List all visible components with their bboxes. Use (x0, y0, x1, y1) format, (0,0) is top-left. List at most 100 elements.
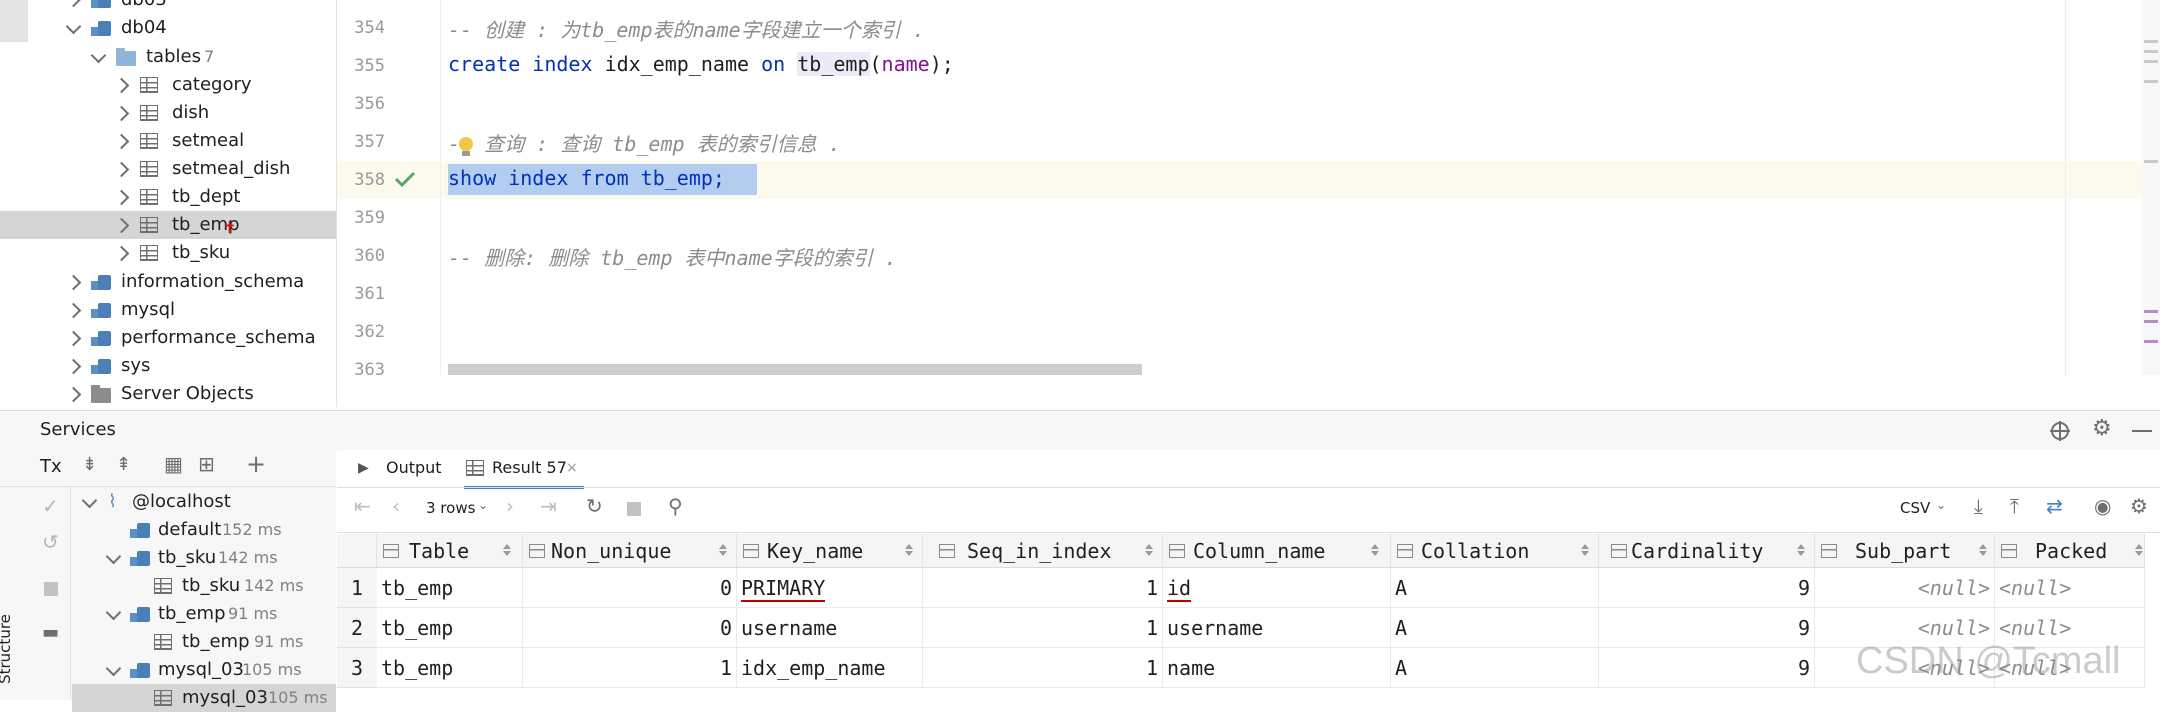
grid-cell[interactable]: username (1163, 608, 1391, 648)
tree-item-db04[interactable]: db04 (0, 14, 336, 42)
column-header-packed[interactable]: Packed (1995, 534, 2145, 568)
lightbulb-icon[interactable] (456, 134, 476, 160)
check-icon[interactable]: ✓ (42, 494, 59, 518)
tree-item-information-schema[interactable]: information_schema (0, 268, 336, 296)
compare-icon[interactable]: ⇄ (2046, 494, 2063, 518)
grid-cell[interactable]: 9 (1599, 648, 1815, 688)
chevron-down-icon[interactable] (65, 18, 82, 35)
grid-cell[interactable]: 1 (523, 648, 737, 688)
chevron-right-icon[interactable] (113, 161, 130, 178)
grid-cell[interactable]: idx_emp_name (737, 648, 923, 688)
tree-item-category[interactable]: category (0, 71, 336, 99)
chevron-down-icon[interactable] (90, 47, 107, 64)
grid-cell[interactable]: <null> (1815, 568, 1995, 608)
chevron-right-icon[interactable] (65, 302, 82, 319)
grid-cell[interactable]: 1 (923, 608, 1163, 648)
column-header-column-name[interactable]: Column_name (1163, 534, 1391, 568)
column-header-key-name[interactable]: Key_name (737, 534, 923, 568)
view-icon[interactable]: ◉ (2094, 494, 2111, 518)
grid-cell[interactable]: A (1391, 608, 1599, 648)
tab-result[interactable]: Result 57 × (464, 450, 584, 489)
rows-count-dropdown[interactable]: 3 rows (426, 499, 475, 517)
chevron-right-icon[interactable] (65, 330, 82, 347)
tree-item-tb-sku[interactable]: tb_sku (0, 239, 336, 267)
next-page-icon[interactable]: › (506, 494, 514, 518)
grid-cell[interactable]: name (1163, 648, 1391, 688)
row-number[interactable]: 3 (337, 648, 377, 688)
column-header-table[interactable]: Table (377, 534, 523, 568)
layout-icon[interactable]: ▬ (42, 622, 59, 643)
chevron-right-icon[interactable] (113, 105, 130, 122)
chevron-right-icon[interactable] (113, 77, 130, 94)
column-header-seq-in-index[interactable]: Seq_in_index (923, 534, 1163, 568)
column-header-collation[interactable]: Collation (1391, 534, 1599, 568)
tree-item-server-objects[interactable]: Server Objects (0, 380, 336, 407)
tree-scrollbar[interactable] (0, 0, 28, 42)
chevron-right-icon[interactable] (65, 386, 82, 403)
service-mysql-03-result[interactable]: mysql_03 105 ms (72, 684, 336, 712)
grid-cell[interactable]: 9 (1599, 568, 1815, 608)
stop-icon[interactable] (627, 502, 641, 516)
crosshair-icon[interactable] (2048, 419, 2072, 443)
editor-marker-strip[interactable] (2142, 0, 2160, 375)
export-format-dropdown[interactable]: CSV (1900, 499, 1930, 517)
chevron-right-icon[interactable] (113, 133, 130, 150)
refresh-icon[interactable]: ↻ (586, 494, 603, 518)
prev-page-icon[interactable]: ‹ (392, 494, 400, 518)
tree-item-db03[interactable]: db03 (0, 0, 336, 14)
grid-cell[interactable]: tb_emp (377, 608, 523, 648)
close-icon[interactable]: × (566, 450, 578, 486)
tree-item-setmeal-dish[interactable]: setmeal_dish (0, 155, 336, 183)
column-header-non-unique[interactable]: Non_unique (523, 534, 737, 568)
download-icon[interactable]: ⤓ (1974, 494, 1983, 518)
chevron-right-icon[interactable] (65, 358, 82, 375)
grid-cell[interactable]: 0 (523, 568, 737, 608)
grid-cell[interactable]: tb_emp (377, 568, 523, 608)
group-icon[interactable]: ▦ (164, 452, 183, 476)
grid-cell[interactable]: 0 (523, 608, 737, 648)
tree-item-tables[interactable]: tables 7 (0, 43, 336, 71)
chevron-right-icon[interactable] (65, 274, 82, 291)
grid-cell[interactable]: 1 (923, 568, 1163, 608)
rollback-icon[interactable]: ↺ (42, 530, 59, 554)
structure-tab[interactable]: Structure (0, 590, 28, 700)
first-page-icon[interactable]: ⇤ (354, 494, 371, 518)
column-header-sub-part[interactable]: Sub_part (1815, 534, 1995, 568)
tree-item-tb-dept[interactable]: tb_dept (0, 183, 336, 211)
gear-icon[interactable]: ⚙ (2130, 494, 2148, 518)
grid-cell[interactable]: <null> (1995, 568, 2145, 608)
chevron-right-icon[interactable] (113, 217, 130, 234)
grid-cell[interactable]: 1 (923, 648, 1163, 688)
grid-cell[interactable]: PRIMARY (737, 568, 923, 608)
row-number[interactable]: 1 (337, 568, 377, 608)
upload-icon[interactable]: ⤒ (2010, 494, 2019, 518)
tx-button[interactable]: Tx (40, 456, 62, 477)
gear-icon[interactable]: ⚙ (2092, 416, 2112, 441)
grid-cell[interactable]: tb_emp (377, 648, 523, 688)
chevron-right-icon[interactable] (113, 245, 130, 262)
grid-cell[interactable]: A (1391, 568, 1599, 608)
tree-item-performance-schema[interactable]: performance_schema (0, 324, 336, 352)
expand-all-icon[interactable]: ⇟ (82, 454, 97, 475)
row-number[interactable]: 2 (337, 608, 377, 648)
grid-cell[interactable]: 9 (1599, 608, 1815, 648)
chevron-right-icon[interactable] (65, 0, 82, 8)
collapse-all-icon[interactable]: ⇞ (116, 454, 131, 475)
last-page-icon[interactable]: ⇥ (540, 494, 557, 518)
stop-icon[interactable] (44, 582, 58, 596)
editor-hscroll-thumb[interactable] (448, 364, 1142, 375)
minimize-icon[interactable] (2132, 430, 2152, 432)
grid-cell[interactable]: username (737, 608, 923, 648)
column-header-cardinality[interactable]: Cardinality (1599, 534, 1815, 568)
tree-item-setmeal[interactable]: setmeal (0, 127, 336, 155)
tree-item-mysql[interactable]: mysql (0, 296, 336, 324)
add-icon[interactable]: + (246, 450, 266, 478)
tree-item-tb-emp[interactable]: tb_emp ✝ (0, 211, 336, 239)
chevron-right-icon[interactable] (113, 189, 130, 206)
tree-item-dish[interactable]: dish (0, 99, 336, 127)
filter-icon[interactable]: ⊞ (198, 452, 215, 476)
tree-item-sys[interactable]: sys (0, 352, 336, 380)
pin-icon[interactable]: ⚲ (668, 494, 683, 518)
grid-cell[interactable]: A (1391, 648, 1599, 688)
grid-cell[interactable]: id (1163, 568, 1391, 608)
